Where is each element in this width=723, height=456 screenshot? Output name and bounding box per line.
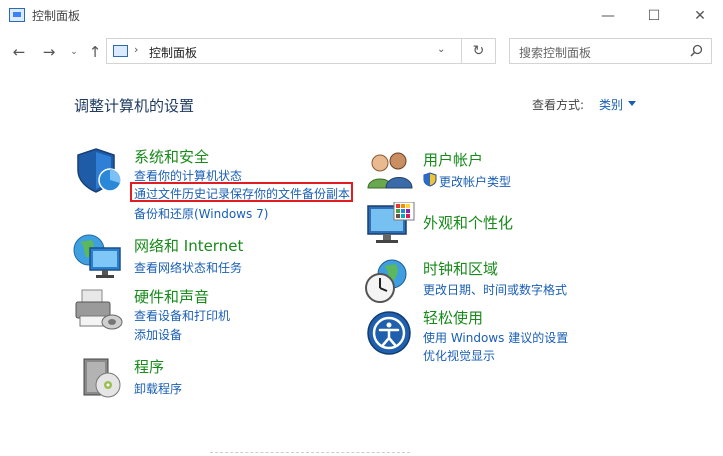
clock-globe-icon[interactable] bbox=[364, 258, 414, 304]
category-network-internet[interactable]: 网络和 Internet bbox=[134, 235, 243, 256]
category-ease-of-access[interactable]: 轻松使用 bbox=[423, 307, 483, 328]
recent-locations-chevron-icon[interactable]: ⌄ bbox=[63, 41, 85, 63]
link-view-devices-printers[interactable]: 查看设备和打印机 bbox=[134, 307, 230, 324]
control-panel-icon bbox=[113, 45, 128, 57]
category-programs[interactable]: 程序 bbox=[134, 356, 164, 377]
breadcrumb-chevron-icon[interactable]: › bbox=[134, 43, 138, 56]
up-arrow-icon[interactable]: ↑ bbox=[84, 41, 106, 63]
link-change-date-time-format[interactable]: 更改日期、时间或数字格式 bbox=[423, 281, 567, 298]
programs-icon[interactable] bbox=[78, 355, 124, 401]
link-uninstall-program[interactable]: 卸载程序 bbox=[134, 380, 182, 397]
view-by-label: 查看方式: bbox=[532, 98, 585, 112]
search-input[interactable]: 搜索控制面板 bbox=[509, 38, 712, 64]
view-by-dropdown[interactable]: 类别 bbox=[599, 96, 623, 113]
category-user-accounts[interactable]: 用户帐户 bbox=[423, 149, 483, 170]
ease-of-access-icon[interactable] bbox=[366, 310, 412, 356]
navigation-bar: ← → ⌄ ↑ › 控制面板 ⌄ ↻ 搜索控制面板 bbox=[0, 31, 723, 75]
view-by-caret-icon[interactable] bbox=[628, 101, 636, 106]
title-bar: 控制面板 — ☐ ✕ bbox=[0, 0, 723, 31]
control-panel-icon bbox=[9, 8, 25, 22]
link-add-device[interactable]: 添加设备 bbox=[134, 326, 182, 343]
forward-arrow-icon[interactable]: → bbox=[38, 41, 60, 63]
window-title: 控制面板 bbox=[32, 9, 81, 23]
link-optimize-visual-display[interactable]: 优化视觉显示 bbox=[423, 347, 495, 364]
address-dropdown-chevron-icon[interactable]: ⌄ bbox=[437, 44, 445, 55]
link-backup-restore[interactable]: 备份和还原(Windows 7) bbox=[134, 205, 268, 222]
printer-icon[interactable] bbox=[72, 286, 126, 332]
back-arrow-icon[interactable]: ← bbox=[8, 41, 30, 63]
link-use-windows-recommended-settings[interactable]: 使用 Windows 建议的设置 bbox=[423, 329, 568, 346]
category-system-security[interactable]: 系统和安全 bbox=[134, 146, 209, 167]
search-icon[interactable] bbox=[690, 44, 703, 57]
category-hardware-sound[interactable]: 硬件和声音 bbox=[134, 286, 209, 307]
uac-shield-icon bbox=[423, 172, 437, 187]
category-clock-region[interactable]: 时钟和区域 bbox=[423, 258, 498, 279]
shield-icon[interactable] bbox=[74, 146, 124, 194]
refresh-button[interactable]: ↻ bbox=[461, 39, 495, 63]
link-change-account-type[interactable]: 更改帐户类型 bbox=[439, 173, 511, 190]
appearance-monitor-icon[interactable] bbox=[366, 202, 416, 248]
page-title: 调整计算机的设置 bbox=[74, 97, 195, 115]
address-bar[interactable]: › 控制面板 ⌄ ↻ bbox=[106, 38, 496, 64]
network-globe-icon[interactable] bbox=[72, 232, 126, 280]
maximize-button[interactable]: ☐ bbox=[631, 0, 677, 31]
highlight-annotation-box bbox=[130, 182, 353, 202]
search-placeholder: 搜索控制面板 bbox=[519, 46, 592, 60]
bottom-divider bbox=[210, 452, 410, 456]
link-view-network-status[interactable]: 查看网络状态和任务 bbox=[134, 259, 242, 276]
breadcrumb-control-panel[interactable]: 控制面板 bbox=[149, 44, 197, 61]
user-accounts-icon[interactable] bbox=[366, 150, 414, 192]
close-button[interactable]: ✕ bbox=[677, 0, 723, 31]
minimize-button[interactable]: — bbox=[585, 0, 631, 31]
category-appearance-personalization[interactable]: 外观和个性化 bbox=[423, 212, 513, 233]
